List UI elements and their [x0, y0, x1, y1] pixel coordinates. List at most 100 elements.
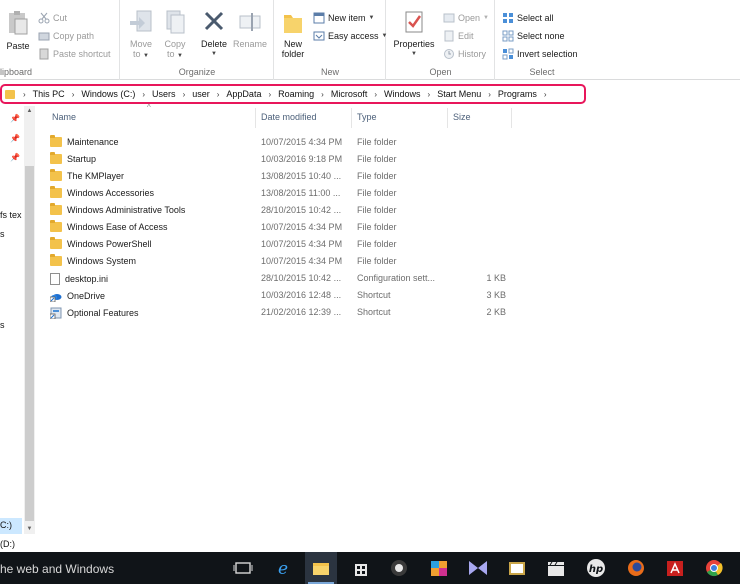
nav-item-drive-d[interactable]: (D:): [0, 539, 15, 549]
cut-label: Cut: [53, 13, 68, 23]
rename-button[interactable]: Rename: [233, 9, 267, 49]
pin-icon[interactable]: 📌: [10, 114, 20, 123]
nav-item-fragment[interactable]: fs tex: [0, 210, 22, 220]
properties-button[interactable]: Properties ▼: [391, 9, 437, 59]
file-row[interactable]: Windows System 10/07/2015 4:34 PM File fol…: [50, 254, 530, 271]
chevron-right-icon[interactable]: ›: [544, 90, 547, 99]
visual-studio-icon[interactable]: [467, 558, 489, 578]
task-view-icon[interactable]: [232, 558, 254, 578]
column-divider[interactable]: [511, 108, 512, 128]
cut-button[interactable]: Cut: [38, 12, 67, 24]
breadcrumb-item[interactable]: › user: [177, 89, 211, 99]
chevron-right-icon[interactable]: ›: [268, 90, 271, 99]
open-button[interactable]: Open ▼: [443, 12, 489, 24]
column-divider[interactable]: [255, 108, 256, 128]
chevron-right-icon[interactable]: ›: [374, 90, 377, 99]
breadcrumb-item[interactable]: › Programs: [482, 89, 538, 99]
column-header-name[interactable]: Name: [52, 112, 76, 122]
file-row[interactable]: Maintenance 10/07/2015 4:34 PM File folder: [50, 135, 530, 152]
edge-icon[interactable]: e: [272, 558, 294, 578]
edit-button[interactable]: Edit: [443, 30, 474, 42]
invert-selection-button[interactable]: Invert selection: [502, 48, 578, 60]
open-label: Open: [458, 13, 481, 23]
address-bar[interactable]: › This PC › Windows (C:) › Users › user › AppData…: [0, 84, 586, 104]
breadcrumb: › This PC › Windows (C:) › Users › user › AppData…: [17, 89, 553, 99]
file-row[interactable]: Optional Features 21/02/2016 12:39 ... Sho…: [50, 305, 530, 322]
file-date-modified: 13/08/2015 11:00 ...: [261, 188, 341, 198]
new-item-button[interactable]: New item ▼: [313, 12, 374, 24]
breadcrumb-item[interactable]: › Windows: [368, 89, 421, 99]
file-row[interactable]: Windows Accessories 13/08/2015 11:00 ... F…: [50, 186, 530, 203]
chevron-right-icon[interactable]: ›: [428, 90, 431, 99]
slides-icon-graphic: [509, 562, 525, 575]
file-date-modified: 28/10/2015 10:42 ...: [261, 205, 342, 215]
column-divider[interactable]: [351, 108, 352, 128]
file-row[interactable]: The KMPlayer 13/08/2015 10:40 ... File fol…: [50, 169, 530, 186]
scrollbar-thumb[interactable]: [25, 166, 34, 521]
chevron-right-icon[interactable]: ›: [217, 90, 220, 99]
easy-access-button[interactable]: Easy access ▼: [313, 30, 387, 42]
clapperboard-icon[interactable]: [545, 558, 567, 578]
column-header-size[interactable]: Size: [453, 112, 471, 122]
chevron-right-icon[interactable]: ›: [23, 90, 26, 99]
paste-button[interactable]: Paste: [4, 9, 32, 51]
caret-down-icon: ▼: [483, 15, 489, 21]
delete-button[interactable]: Delete ▼: [199, 9, 229, 59]
cortana-search-box[interactable]: he web and Windows: [0, 562, 114, 576]
ribbon: Paste Cut Copy path Paste shortcut lipbo…: [0, 0, 740, 80]
breadcrumb-item[interactable]: › This PC: [17, 89, 66, 99]
copy-to-button[interactable]: Copy to ▼: [161, 9, 189, 61]
chevron-right-icon[interactable]: ›: [72, 90, 75, 99]
breadcrumb-item[interactable]: › Users: [136, 89, 176, 99]
file-row[interactable]: OneDrive 10/03/2016 12:48 ... Shortcut 3 KB: [50, 288, 530, 305]
chevron-right-icon[interactable]: ›: [183, 90, 186, 99]
select-all-button[interactable]: Select all: [502, 12, 554, 24]
select-none-button[interactable]: Select none: [502, 30, 565, 42]
history-button[interactable]: History: [443, 48, 486, 60]
media-player-icon[interactable]: [388, 558, 410, 578]
copy-path-button[interactable]: Copy path: [38, 30, 94, 42]
paint-icon[interactable]: [428, 558, 450, 578]
navigation-scrollbar[interactable]: ▲ ▼: [24, 106, 35, 534]
scroll-down-icon[interactable]: ▼: [24, 524, 35, 534]
breadcrumb-item[interactable]: › Windows (C:): [66, 89, 137, 99]
file-name: Maintenance: [50, 135, 119, 147]
file-row[interactable]: Startup 10/03/2016 9:18 PM File folder: [50, 152, 530, 169]
chrome-icon[interactable]: [703, 558, 725, 578]
paste-shortcut-button[interactable]: Paste shortcut: [38, 48, 111, 60]
firefox-icon[interactable]: [625, 558, 647, 578]
breadcrumb-item[interactable]: › Start Menu: [422, 89, 483, 99]
move-to-button[interactable]: Move to ▼: [127, 9, 155, 61]
file-explorer-icon[interactable]: [310, 558, 332, 578]
scroll-up-icon[interactable]: ▲: [24, 106, 35, 116]
svg-text:e: e: [278, 559, 288, 578]
hp-icon[interactable]: hp: [585, 558, 607, 578]
file-name: Windows Accessories: [50, 186, 154, 198]
chevron-right-icon[interactable]: ›: [321, 90, 324, 99]
store-icon[interactable]: [350, 558, 372, 578]
nav-item-fragment[interactable]: s: [0, 320, 5, 330]
file-row[interactable]: Windows PowerShell 10/07/2015 4:34 PM File…: [50, 237, 530, 254]
select-all-label: Select all: [517, 13, 554, 23]
breadcrumb-item[interactable]: › Roaming: [262, 89, 315, 99]
breadcrumb-item[interactable]: › AppData: [211, 89, 263, 99]
folder-icon: [50, 237, 62, 249]
folder-icon: [50, 203, 62, 215]
file-row[interactable]: desktop.ini 28/10/2015 10:42 ... Configura…: [50, 271, 530, 288]
slides-icon[interactable]: [506, 558, 528, 578]
edit-icon: [444, 30, 454, 42]
column-header-type[interactable]: Type: [357, 112, 377, 122]
file-row[interactable]: Windows Ease of Access 10/07/2015 4:34 PM…: [50, 220, 530, 237]
pin-icon[interactable]: 📌: [10, 134, 20, 143]
column-divider[interactable]: [447, 108, 448, 128]
column-header-date-modified[interactable]: Date modified: [261, 112, 317, 122]
chevron-right-icon[interactable]: ›: [488, 90, 491, 99]
nav-item-drive-c[interactable]: C:): [0, 520, 12, 530]
file-row[interactable]: Windows Administrative Tools 28/10/2015 1…: [50, 203, 530, 220]
breadcrumb-item[interactable]: › Microsoft: [315, 89, 368, 99]
nav-item-fragment[interactable]: s: [0, 229, 5, 239]
pin-icon[interactable]: 📌: [10, 153, 20, 162]
acrobat-icon[interactable]: [664, 558, 686, 578]
chevron-right-icon[interactable]: ›: [142, 90, 145, 99]
new-folder-button[interactable]: New folder: [279, 9, 307, 59]
